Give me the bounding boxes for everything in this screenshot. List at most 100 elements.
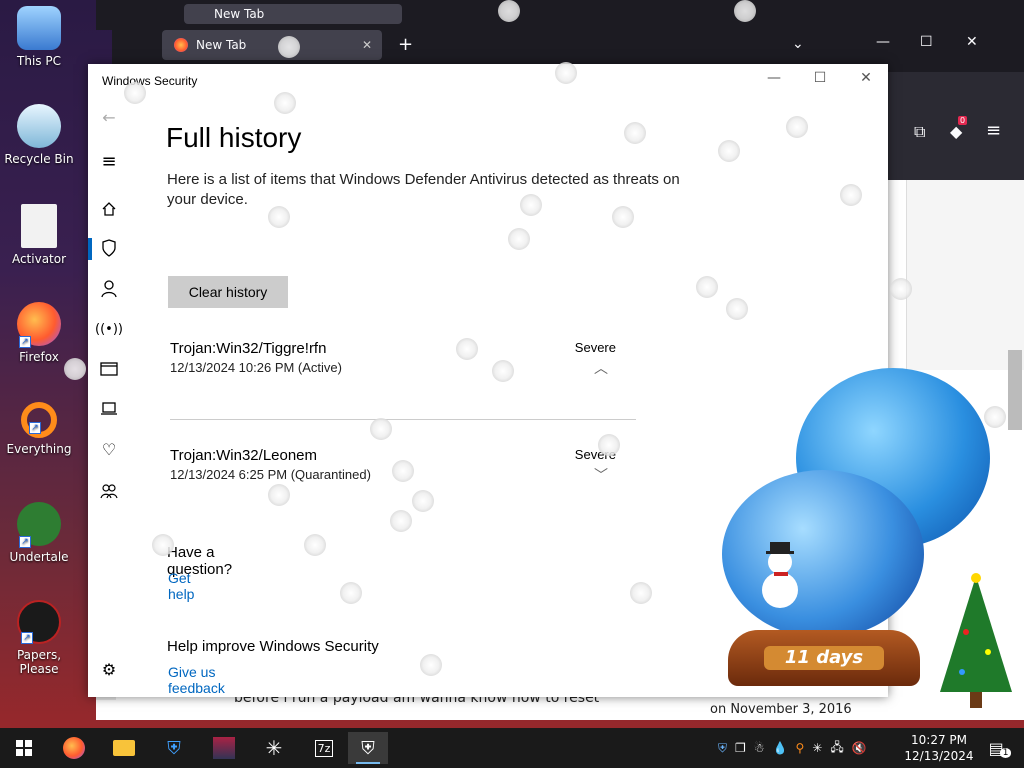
new-tab-icon[interactable]: + [398, 34, 413, 55]
close-button[interactable]: ✕ [846, 70, 886, 92]
snowflake [274, 92, 296, 114]
shield-icon: ⛨ [167, 737, 181, 759]
taskbar-firefox[interactable] [54, 732, 94, 764]
snowflake [456, 338, 478, 360]
snowflake [984, 406, 1006, 428]
feedback-link[interactable]: Give us feedback [168, 664, 225, 696]
network-tray-icon[interactable]: 🖧 [830, 738, 843, 759]
desktop-icon-undertale[interactable]: ↗ Undertale [4, 502, 74, 564]
device-security-icon[interactable] [98, 398, 120, 420]
desktop-icon-papers-please[interactable]: ↗ Papers, Please [4, 600, 74, 676]
clear-history-button[interactable]: Clear history [168, 276, 288, 308]
minimize-icon[interactable]: — [876, 34, 890, 50]
title-bar: Windows Security — ☐ ✕ [88, 64, 888, 98]
snowflake [520, 194, 542, 216]
snowflake [278, 36, 300, 58]
minimize-button[interactable]: — [754, 70, 794, 92]
papers-please-icon: ↗ [17, 600, 61, 644]
menu-icon[interactable]: ≡ [986, 120, 1001, 141]
firefox-tab[interactable]: New Tab ✕ [162, 30, 382, 60]
volume-muted-icon[interactable]: 🔇 [852, 741, 867, 755]
snowflake [726, 298, 748, 320]
snowflake [124, 82, 146, 104]
improve-heading: Help improve Windows Security [167, 638, 379, 655]
desktop-icon-recycle-bin[interactable]: Recycle Bin [4, 104, 74, 166]
hamburger-menu-icon[interactable]: ≡ [98, 150, 120, 172]
scrollbar[interactable] [1008, 350, 1022, 430]
game-icon [213, 737, 235, 759]
snowflake [340, 582, 362, 604]
app-browser-icon[interactable] [98, 358, 120, 380]
snowflake [392, 460, 414, 482]
taskbar-windows-security[interactable]: ⛨ [348, 732, 388, 764]
taskbar-starburst[interactable]: ✳ [254, 732, 294, 764]
extensions-icon[interactable]: ⧉ [914, 122, 925, 142]
firefox-icon: ↗ [17, 302, 61, 348]
taskbar-file-explorer[interactable] [104, 732, 144, 764]
chevron-down-icon[interactable]: ﹀ [594, 465, 608, 485]
start-button[interactable] [4, 732, 44, 764]
desktop-icon-firefox[interactable]: ↗ Firefox [4, 302, 74, 364]
snowman-icon [752, 540, 808, 610]
shortcut-arrow-icon: ↗ [21, 632, 33, 644]
settings-icon[interactable]: ⚙ [98, 658, 120, 680]
snowflake [598, 434, 620, 456]
taskbar-security[interactable]: ⛨ [154, 732, 194, 764]
undertale-icon: ↗ [17, 502, 61, 548]
chevron-up-icon[interactable]: ︿ [594, 358, 608, 378]
clock-time: 10:27 PM [911, 733, 967, 747]
tab-label: New Tab [214, 7, 265, 21]
taskbar-7zip[interactable]: 7z [304, 732, 344, 764]
snowflake [786, 116, 808, 138]
desktop-icon-label: Undertale [9, 550, 69, 564]
snowflake [624, 122, 646, 144]
taskbar-game[interactable] [204, 732, 244, 764]
get-help-link[interactable]: Get help [168, 570, 194, 602]
windows-tray-icon[interactable]: ❐ [735, 741, 746, 755]
family-icon[interactable] [98, 480, 120, 502]
droplet-tray-icon[interactable]: 💧 [773, 741, 788, 755]
close-tab-icon[interactable]: ✕ [362, 38, 372, 52]
snowflake [630, 582, 652, 604]
system-tray: ⛨ ❐ ☃ 💧 ⚲ ✳ 🖧 🔇 [718, 728, 867, 768]
desktop-icon-label: Papers, Please [16, 648, 62, 676]
defender-tray-icon[interactable]: ⛨ [718, 741, 727, 756]
desktop-icon-label: Firefox [19, 350, 59, 364]
account-icon[interactable] [98, 278, 120, 300]
close-window-icon[interactable]: ✕ [966, 34, 978, 50]
people-tray-icon[interactable]: ☃ [754, 741, 765, 755]
folder-icon [113, 740, 135, 756]
snowflake [420, 654, 442, 676]
notification-icon[interactable]: ◆ 0 [950, 116, 968, 141]
snowflake [492, 360, 514, 382]
shield-icon[interactable] [98, 237, 120, 259]
home-icon[interactable] [98, 198, 120, 220]
active-indicator [88, 238, 92, 260]
heart-icon[interactable]: ♡ [98, 438, 120, 460]
maximize-button[interactable]: ☐ [800, 70, 840, 92]
action-center[interactable]: ▤ 1 [982, 728, 1018, 768]
desktop-icon-activator[interactable]: Activator [4, 204, 74, 266]
firefox-icon [63, 737, 85, 759]
christmas-tree-icon [932, 572, 1020, 712]
network-icon[interactable]: ((•)) [95, 318, 123, 340]
starburst-tray-icon[interactable]: ✳ [812, 741, 822, 755]
snowflake [268, 484, 290, 506]
maximize-icon[interactable]: ☐ [920, 34, 933, 50]
countdown-label: 11 days [764, 646, 884, 670]
snowflake [840, 184, 862, 206]
list-tabs-icon[interactable]: ⌄ [792, 36, 804, 52]
desktop-icon-this-pc[interactable]: This PC [4, 6, 74, 68]
firefox-back-tab[interactable]: New Tab [184, 4, 402, 24]
clock[interactable]: 10:27 PM 12/13/2024 [904, 732, 974, 764]
snowflake [268, 206, 290, 228]
page-description: Here is a list of items that Windows Def… [167, 171, 680, 208]
snowflake [734, 0, 756, 22]
navigation-pane: ← ≡ ((•)) ♡ ⚙ [88, 98, 134, 697]
search-tray-icon[interactable]: ⚲ [796, 741, 805, 755]
desktop-icon-everything[interactable]: ↗ Everything [4, 402, 74, 456]
threat-item[interactable]: Trojan:Win32/Tiggre!rfn 12/13/2024 10:26… [170, 340, 636, 378]
snowflake [304, 534, 326, 556]
magnifier-icon: ↗ [21, 402, 57, 438]
back-icon[interactable]: ← [98, 106, 120, 128]
